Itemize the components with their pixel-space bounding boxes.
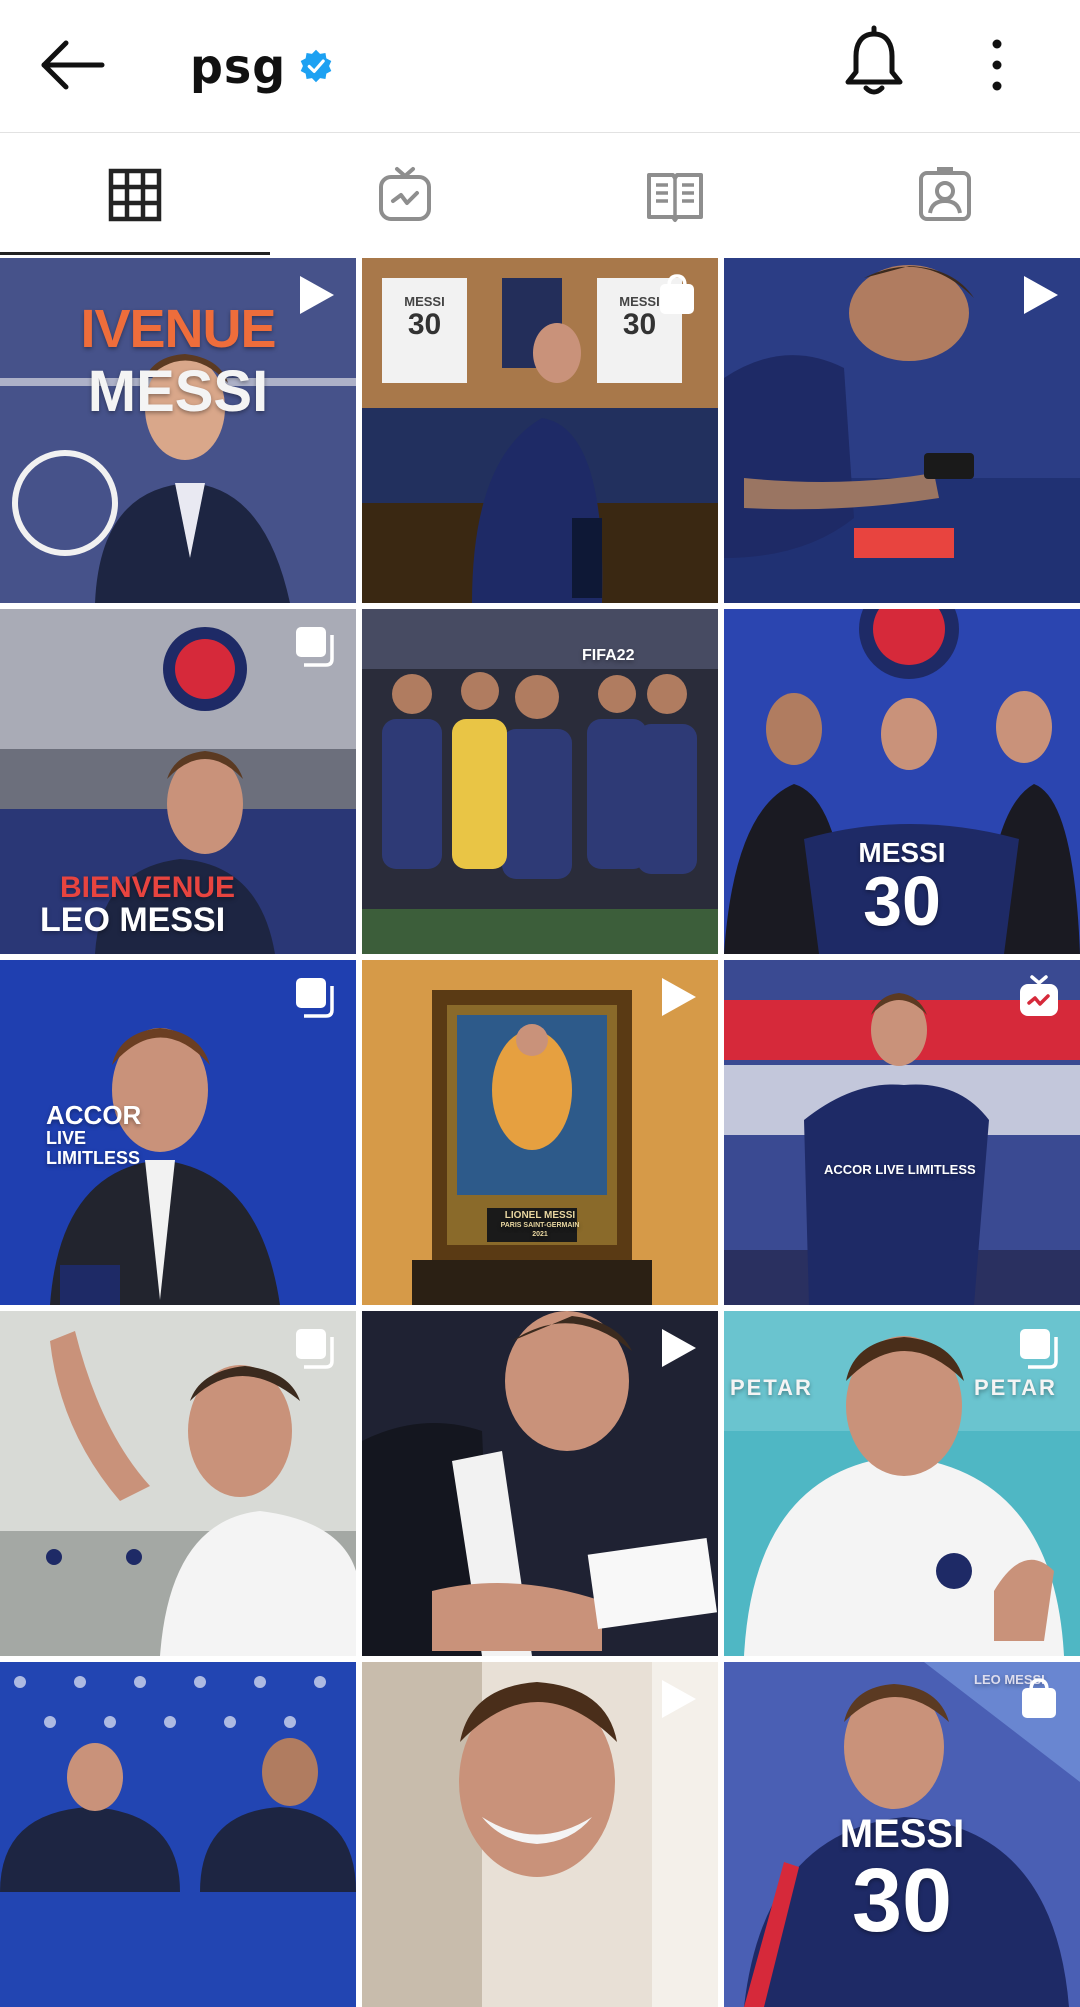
igtv-icon	[1020, 975, 1058, 1016]
post-text: MESSI	[404, 294, 445, 309]
carousel-icon	[296, 627, 334, 667]
post-text: 2021	[532, 1231, 548, 1238]
play-icon	[1024, 276, 1058, 314]
guides-icon	[647, 173, 703, 222]
carousel-badge	[292, 974, 338, 1020]
carousel-badge	[1016, 1325, 1062, 1371]
post-tile[interactable]: FIFA22	[362, 609, 718, 954]
post-tile[interactable]: PETAR PETAR	[724, 1311, 1080, 1656]
carousel-badge	[292, 623, 338, 669]
profile-tabs	[0, 133, 1080, 257]
post-tile[interactable]	[362, 1311, 718, 1656]
post-tile[interactable]: LIONEL MESSI PARIS SAINT-GERMAIN 2021	[362, 960, 718, 1305]
back-button[interactable]	[34, 30, 114, 100]
more-options-button[interactable]	[972, 30, 1022, 100]
arrow-left-icon	[41, 40, 105, 90]
more-vertical-icon	[992, 39, 1002, 91]
post-text: BIENVENUE	[60, 871, 236, 904]
post-tile[interactable]	[362, 1662, 718, 2007]
post-text: PARIS SAINT-GERMAIN	[500, 1222, 580, 1229]
play-icon	[662, 1329, 696, 1367]
post-text: LEO MESSI	[40, 901, 226, 939]
tab-guides[interactable]	[540, 133, 810, 257]
post-text: PETAR	[730, 1375, 813, 1400]
play-icon	[662, 978, 696, 1016]
shop-badge	[1016, 1676, 1062, 1722]
post-tile[interactable]: LEO MESSI MESSI 30	[724, 1662, 1080, 2007]
top-bar: psg	[0, 0, 1080, 133]
post-tile[interactable]: ACCOR LIVE LIMITLESS	[724, 960, 1080, 1305]
post-text: MESSI	[87, 359, 269, 424]
igtv-icon	[379, 167, 431, 221]
post-text: FIFA22	[582, 647, 635, 664]
bell-icon	[845, 25, 903, 95]
post-text: 30	[407, 308, 442, 341]
play-icon	[300, 276, 334, 314]
post-text: LIVE	[46, 1128, 87, 1148]
post-tile[interactable]: IVENUE MESSI	[0, 258, 356, 603]
carousel-icon	[296, 978, 334, 1018]
post-text: 30	[863, 862, 941, 940]
play-icon	[662, 1680, 696, 1718]
post-tile[interactable]: MESSI 30	[724, 609, 1080, 954]
post-text: LIMITLESS	[46, 1148, 140, 1168]
post-tile[interactable]: MESSI 30 MESSI 30	[362, 258, 718, 603]
shopping-bag-icon	[1022, 1678, 1056, 1718]
tab-igtv[interactable]	[270, 133, 540, 257]
reel-badge	[654, 974, 700, 1020]
igtv-badge	[1016, 974, 1062, 1020]
tab-tagged[interactable]	[810, 133, 1080, 257]
shopping-bag-icon	[660, 274, 694, 314]
active-tab-indicator	[0, 252, 270, 255]
carousel-icon	[296, 1329, 334, 1369]
shop-badge	[654, 272, 700, 318]
profile-username: psg	[190, 37, 287, 95]
post-tile[interactable]: ACCOR LIVE LIMITLESS	[0, 960, 356, 1305]
verified-badge-icon	[300, 49, 332, 83]
notifications-button[interactable]	[838, 24, 910, 104]
post-tile[interactable]	[724, 258, 1080, 603]
reel-badge	[292, 272, 338, 318]
post-text: LIONEL MESSI	[504, 1210, 576, 1221]
post-tile[interactable]	[0, 1662, 356, 2007]
reel-badge	[1016, 272, 1062, 318]
post-text: ACCOR LIVE LIMITLESS	[824, 1162, 976, 1177]
carousel-icon	[1020, 1329, 1058, 1369]
profile-title: psg	[190, 36, 334, 96]
post-text: ACCOR	[46, 1100, 142, 1130]
post-tile[interactable]	[0, 1311, 356, 1656]
reel-badge	[654, 1676, 700, 1722]
tagged-icon	[919, 167, 971, 221]
carousel-badge	[292, 1325, 338, 1371]
tab-grid[interactable]	[0, 133, 270, 257]
post-tile[interactable]: BIENVENUE LEO MESSI	[0, 609, 356, 954]
grid-icon	[108, 168, 162, 222]
reel-badge	[654, 1325, 700, 1371]
post-text: 30	[851, 1851, 953, 1951]
post-text: PETAR	[974, 1375, 1057, 1400]
